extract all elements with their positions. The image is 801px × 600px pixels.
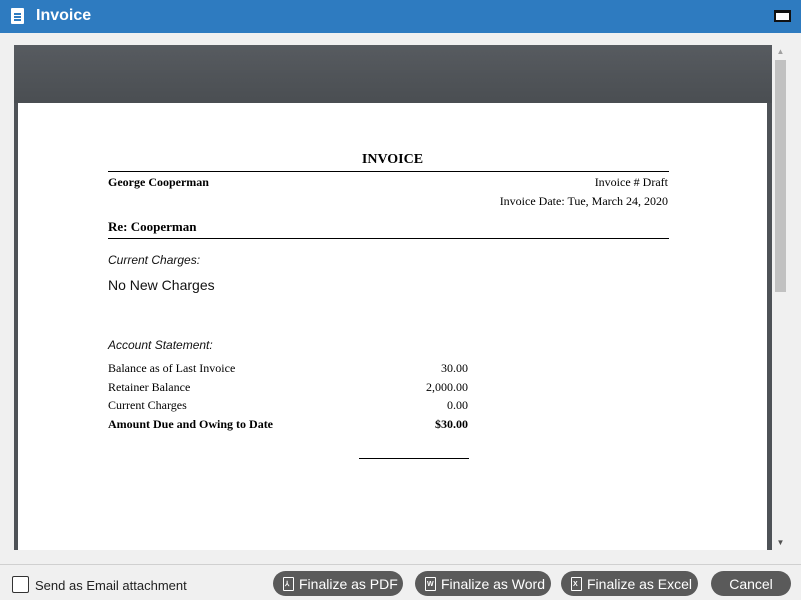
scroll-down-arrow-icon[interactable]: ▼ (772, 536, 789, 550)
cancel-button[interactable]: Cancel (711, 571, 791, 596)
statement-row-value: 0.00 (447, 398, 468, 412)
statement-row-label: Balance as of Last Invoice (108, 361, 236, 375)
finalize-excel-label: Finalize as Excel (587, 575, 693, 592)
finalize-word-button[interactable]: W Finalize as Word (415, 571, 551, 596)
maximize-icon[interactable] (774, 10, 791, 22)
viewer-scrollbar[interactable]: ▲ ▼ (772, 45, 789, 550)
invoice-heading: INVOICE (361, 152, 424, 167)
scrollbar-thumb[interactable] (775, 60, 786, 292)
finalize-excel-button[interactable]: X Finalize as Excel (561, 571, 698, 596)
account-statement-label: Account Statement: (108, 338, 213, 352)
email-attachment-checkbox[interactable] (12, 576, 29, 593)
window-titlebar: Invoice (0, 0, 801, 33)
amount-due-value: $30.00 (435, 417, 468, 431)
viewer-toolbar-area (14, 45, 772, 103)
statement-row-value: 2,000.00 (426, 380, 468, 394)
divider (108, 238, 669, 239)
cancel-label: Cancel (729, 575, 773, 592)
document-viewer[interactable]: INVOICE George Cooperman Invoice # Draft… (14, 45, 772, 550)
statement-row-label: Current Charges (108, 398, 187, 412)
statement-row-value: 30.00 (441, 361, 468, 375)
no-new-charges-text: No New Charges (108, 277, 215, 293)
client-name: George Cooperman (108, 175, 209, 189)
finalize-pdf-label: Finalize as PDF (299, 575, 398, 592)
statement-row-label: Retainer Balance (108, 380, 191, 394)
sum-line (359, 458, 469, 459)
window-title: Invoice (36, 7, 92, 24)
invoice-page: INVOICE George Cooperman Invoice # Draft… (18, 103, 767, 550)
dialog-footer: Send as Email attachment ⅄ Finalize as P… (0, 564, 801, 600)
document-icon (11, 8, 24, 24)
amount-due-label: Amount Due and Owing to Date (108, 417, 274, 431)
current-charges-label: Current Charges: (108, 253, 201, 267)
invoice-date: Invoice Date: Tue, March 24, 2020 (499, 194, 668, 208)
finalize-pdf-button[interactable]: ⅄ Finalize as PDF (273, 571, 403, 596)
re-line: Re: Cooperman (108, 219, 197, 234)
pdf-file-icon: ⅄ (283, 576, 294, 591)
divider (108, 171, 669, 172)
scroll-up-arrow-icon[interactable]: ▲ (772, 45, 789, 59)
word-file-icon: W (425, 576, 436, 591)
excel-file-icon: X (571, 576, 582, 591)
email-attachment-label[interactable]: Send as Email attachment (35, 578, 187, 593)
finalize-word-label: Finalize as Word (441, 575, 546, 592)
invoice-number: Invoice # Draft (594, 175, 668, 189)
